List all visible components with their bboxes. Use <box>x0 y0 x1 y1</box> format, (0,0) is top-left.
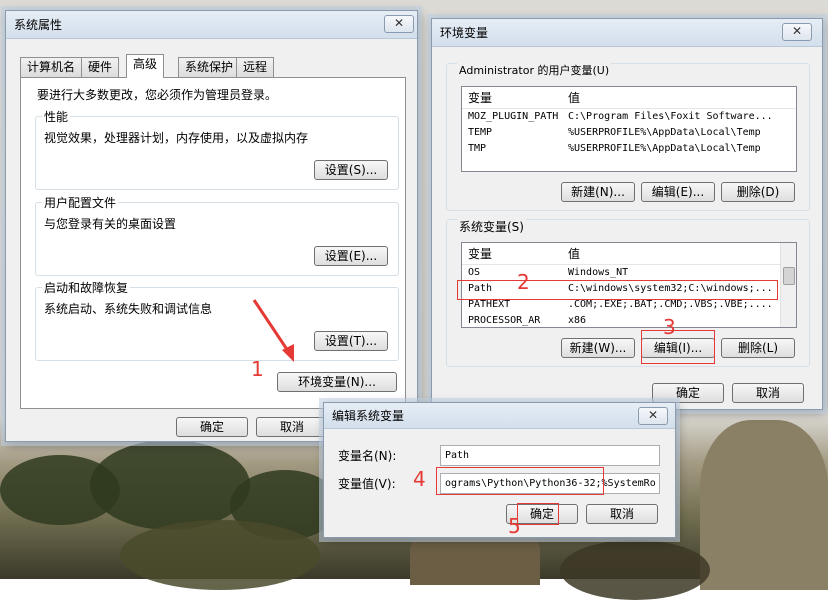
env-ok-button[interactable]: 确定 <box>652 383 724 403</box>
var-value: %USERPROFILE%\AppData\Local\Temp <box>568 143 761 154</box>
tab-hardware[interactable]: 硬件 <box>81 57 120 77</box>
var-value: C:\Program Files\Foxit Software... <box>568 111 773 122</box>
user-profiles-group: 用户配置文件 与您登录有关的桌面设置 设置(E)... <box>35 194 399 276</box>
annotation-5: 5 <box>508 514 521 538</box>
admin-notice: 要进行大多数更改，您必须作为管理员登录。 <box>37 88 278 102</box>
annotation-2: 2 <box>517 270 530 294</box>
annotation-1: 1 <box>251 357 264 381</box>
sys-new-button[interactable]: 新建(W)... <box>561 338 635 358</box>
startup-recovery-group: 启动和故障恢复 系统启动、系统失败和调试信息 设置(T)... <box>35 279 399 361</box>
user-variables-list[interactable]: 变量 值 MOZ_PLUGIN_PATH C:\Program Files\Fo… <box>461 86 797 172</box>
column-value: 值 <box>568 247 581 261</box>
performance-desc: 视觉效果，处理器计划，内存使用，以及虚拟内存 <box>44 131 309 145</box>
user-delete-button[interactable]: 删除(D) <box>721 182 795 202</box>
tab-label: 硬件 <box>88 60 113 74</box>
startup-recovery-settings-button[interactable]: 设置(T)... <box>314 331 388 351</box>
tab-label: 高级 <box>133 57 158 71</box>
var-name: TEMP <box>468 127 493 138</box>
user-profiles-settings-button[interactable]: 设置(E)... <box>314 246 388 266</box>
environment-variables-window: 环境变量 ✕ Administrator 的用户变量(U) 变量 值 MOZ_P… <box>431 18 823 410</box>
tab-advanced[interactable]: 高级 <box>126 54 165 78</box>
list-header: 变量 值 <box>462 243 796 265</box>
close-button[interactable]: ✕ <box>384 15 414 33</box>
variable-value-label: 变量值(V): <box>338 477 396 491</box>
edit-cancel-button[interactable]: 取消 <box>586 504 658 524</box>
list-item[interactable]: OS Windows_NT <box>462 265 796 281</box>
var-name: MOZ_PLUGIN_PATH <box>468 111 559 122</box>
user-variables-group: Administrator 的用户变量(U) 变量 值 MOZ_PLUGIN_P… <box>446 62 810 211</box>
system-properties-titlebar: 系统属性 <box>6 11 417 39</box>
annotation-box-edit <box>641 330 715 364</box>
edit-dialog-titlebar: 编辑系统变量 <box>324 403 675 429</box>
close-button[interactable]: ✕ <box>638 407 668 425</box>
column-variable: 变量 <box>468 91 493 105</box>
env-vars-titlebar: 环境变量 <box>432 19 822 47</box>
performance-label: 性能 <box>42 108 71 125</box>
startup-recovery-desc: 系统启动、系统失败和调试信息 <box>44 302 213 316</box>
window-title: 环境变量 <box>440 26 489 40</box>
close-button[interactable]: ✕ <box>782 23 812 41</box>
var-value: %USERPROFILE%\AppData\Local\Temp <box>568 127 761 138</box>
var-value: Windows_NT <box>568 267 629 278</box>
sys-cancel-button[interactable]: 取消 <box>256 417 328 437</box>
window-title: 编辑系统变量 <box>332 409 405 423</box>
annotation-4: 4 <box>413 467 426 491</box>
list-item[interactable]: TMP %USERPROFILE%\AppData\Local\Temp <box>462 141 796 157</box>
vertical-scrollbar[interactable] <box>780 243 796 327</box>
annotation-box-path <box>457 280 778 300</box>
annotation-box-ok <box>517 503 559 525</box>
annotation-arrow <box>252 299 294 362</box>
close-icon: ✕ <box>393 16 405 30</box>
user-variables-label: Administrator 的用户变量(U) <box>457 62 612 78</box>
performance-settings-button[interactable]: 设置(S)... <box>314 160 388 180</box>
scroll-thumb[interactable] <box>783 267 795 285</box>
list-header: 变量 值 <box>462 87 796 109</box>
list-item[interactable]: PROCESSOR_AR x86 <box>462 313 796 327</box>
tab-computer-name[interactable]: 计算机名 <box>20 57 83 77</box>
tab-system-protection[interactable]: 系统保护 <box>178 57 241 77</box>
user-profiles-label: 用户配置文件 <box>42 194 119 211</box>
var-name: OS <box>468 267 481 278</box>
list-item[interactable]: MOZ_PLUGIN_PATH C:\Program Files\Foxit S… <box>462 109 796 125</box>
advanced-tab-panel: 要进行大多数更改，您必须作为管理员登录。 性能 视觉效果，处理器计划，内存使用，… <box>20 77 406 409</box>
tab-remote[interactable]: 远程 <box>236 57 275 77</box>
environment-variables-button[interactable]: 环境变量(N)... <box>277 372 397 392</box>
tab-label: 计算机名 <box>27 60 76 74</box>
startup-recovery-label: 启动和故障恢复 <box>42 279 131 296</box>
user-profiles-desc: 与您登录有关的桌面设置 <box>44 217 177 231</box>
performance-group: 性能 视觉效果，处理器计划，内存使用，以及虚拟内存 设置(S)... <box>35 108 399 190</box>
variable-name-input[interactable]: Path <box>440 445 660 466</box>
user-edit-button[interactable]: 编辑(E)... <box>641 182 715 202</box>
tab-label: 远程 <box>243 60 268 74</box>
user-new-button[interactable]: 新建(N)... <box>561 182 635 202</box>
column-value: 值 <box>568 91 581 105</box>
sys-ok-button[interactable]: 确定 <box>176 417 248 437</box>
system-properties-window: 系统属性 ✕ 计算机名 硬件 高级 系统保护 远程 要进行大多数更改，您必须作为… <box>5 10 418 442</box>
tab-label: 系统保护 <box>185 60 234 74</box>
annotation-box-value <box>436 467 604 495</box>
env-cancel-button[interactable]: 取消 <box>732 383 804 403</box>
window-title: 系统属性 <box>14 18 63 32</box>
variable-name-label: 变量名(N): <box>338 449 397 463</box>
close-icon: ✕ <box>791 24 803 38</box>
list-item[interactable]: TEMP %USERPROFILE%\AppData\Local\Temp <box>462 125 796 141</box>
system-variables-label: 系统变量(S) <box>457 218 526 235</box>
var-name: TMP <box>468 143 487 154</box>
var-name: PROCESSOR_AR <box>468 315 541 326</box>
var-value: x86 <box>568 315 587 326</box>
annotation-3: 3 <box>663 315 676 339</box>
column-variable: 变量 <box>468 247 493 261</box>
close-icon: ✕ <box>647 408 659 422</box>
sys-delete-button[interactable]: 删除(L) <box>721 338 795 358</box>
